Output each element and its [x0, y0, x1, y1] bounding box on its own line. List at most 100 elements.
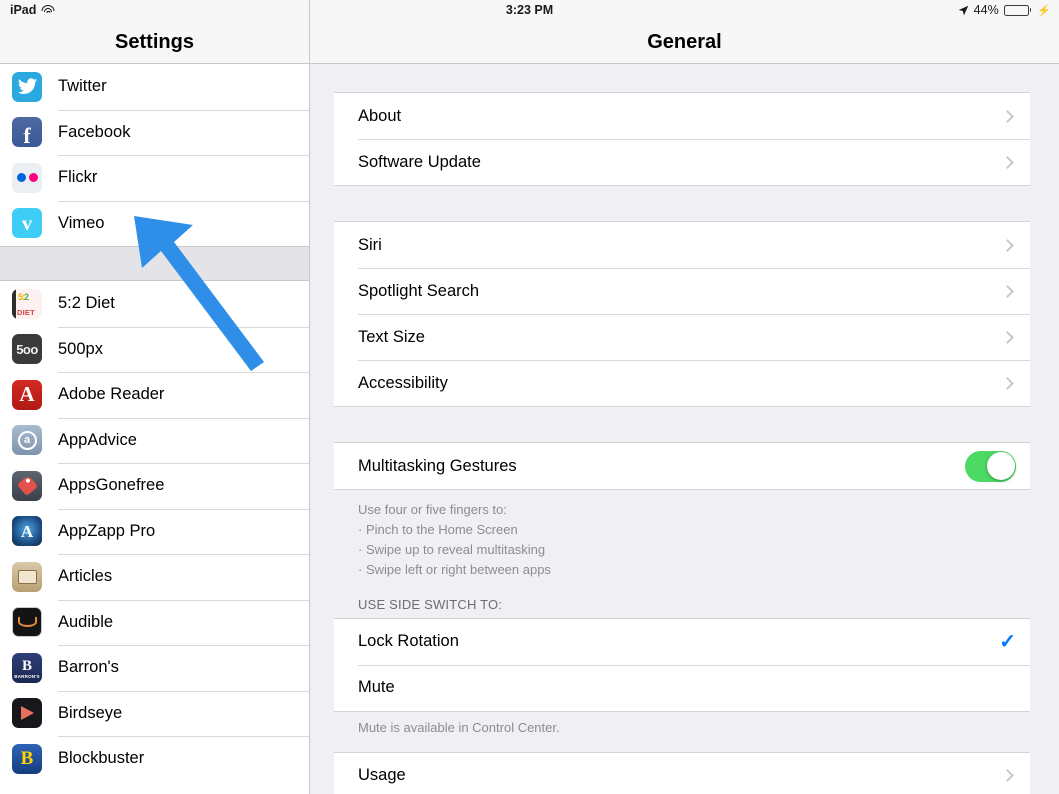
footer-line: · Pinch to the Home Screen	[358, 522, 518, 538]
sidebar-item-label: AppZapp Pro	[58, 521, 156, 540]
sidebar-item-label: 500px	[58, 339, 103, 358]
features-group: Siri Spotlight Search Text Size Accessib…	[334, 221, 1030, 407]
sidebar-header: Settings	[0, 0, 309, 64]
footer-line: Use four or five fingers to:	[358, 502, 507, 517]
sidebar-item-barrons[interactable]: B BARRON'S Barron's	[0, 645, 309, 691]
facebook-icon: f	[12, 117, 42, 148]
sidebar-item-appadvice[interactable]: a AppAdvice	[0, 417, 309, 463]
chevron-right-icon	[1001, 330, 1014, 344]
page-title: General	[647, 31, 722, 53]
chevron-right-icon	[1001, 769, 1014, 782]
side-switch-header: USE SIDE SWITCH TO:	[358, 596, 503, 612]
sidebar-item-facebook[interactable]: f Facebook	[0, 109, 309, 155]
row-text-size[interactable]: Text Size	[334, 314, 1030, 360]
sidebar-item-vimeo[interactable]: v Vimeo	[0, 200, 309, 246]
chevron-right-icon	[1001, 155, 1014, 169]
multitasking-footer: Use four or five fingers to: · Pinch to …	[334, 490, 1030, 581]
general-settings-panel: General About Software Update Siri Spotl…	[310, 0, 1059, 794]
row-lock-rotation[interactable]: Lock Rotation ✓	[334, 619, 1030, 665]
sidebar-item-label: Facebook	[58, 122, 131, 141]
row-usage[interactable]: Usage	[334, 753, 1030, 794]
row-label: Multitasking Gestures	[358, 456, 517, 475]
flickr-icon	[12, 162, 42, 193]
five-two-diet-icon: 5:2 DIET	[12, 288, 42, 319]
birdseye-icon	[12, 698, 42, 729]
side-switch-note: Mute is available in Control Center.	[358, 719, 560, 735]
row-label: Software Update	[358, 152, 481, 171]
vimeo-icon: v	[12, 208, 42, 239]
row-label: Accessibility	[358, 373, 448, 392]
footer-line: · Swipe left or right between apps	[358, 562, 551, 578]
appsgonefree-icon	[12, 470, 42, 501]
row-accessibility[interactable]: Accessibility	[334, 360, 1030, 406]
chevron-right-icon	[1001, 238, 1014, 252]
sidebar-title: Settings	[115, 31, 194, 53]
row-label: Usage	[358, 766, 406, 785]
chevron-right-icon	[1001, 284, 1014, 298]
sidebar-item-label: Vimeo	[58, 213, 105, 232]
chevron-right-icon	[1001, 109, 1014, 123]
sidebar-item-appzapp-pro[interactable]: A AppZapp Pro	[0, 508, 309, 554]
multitasking-gestures-toggle[interactable]	[965, 450, 1016, 482]
sidebar-item-label: Blockbuster	[58, 749, 145, 768]
sidebar-item-label: Adobe Reader	[58, 385, 165, 404]
sidebar-item-adobe-reader[interactable]: A Adobe Reader	[0, 372, 309, 418]
row-label: About	[358, 106, 402, 125]
sidebar-item-label: Flickr	[58, 168, 98, 187]
row-software-update[interactable]: Software Update	[334, 139, 1030, 185]
row-label: Mute	[358, 678, 395, 697]
row-label: Siri	[358, 235, 382, 254]
row-label: Spotlight Search	[358, 281, 480, 300]
sidebar-item-label: 5:2 Diet	[58, 294, 115, 313]
sidebar-item-label: Birdseye	[58, 703, 123, 722]
blockbuster-icon: B	[12, 743, 42, 774]
side-switch-group: Lock Rotation ✓ Mute	[334, 617, 1030, 712]
sidebar-social-group: Twitter f Facebook Flickr v Vimeo	[0, 64, 309, 246]
about-group: About Software Update	[334, 92, 1030, 186]
row-multitasking-gestures[interactable]: Multitasking Gestures	[334, 443, 1030, 489]
twitter-icon	[12, 71, 42, 102]
sidebar-apps-group: 5:2 DIET 5:2 Diet 5oo 500px A Adobe Reade…	[0, 281, 309, 782]
sidebar-item-label: Barron's	[58, 658, 119, 677]
row-siri[interactable]: Siri	[334, 222, 1030, 268]
multitasking-group: Multitasking Gestures	[334, 442, 1030, 490]
articles-icon	[12, 561, 42, 592]
row-about[interactable]: About	[334, 93, 1030, 139]
sidebar-item-twitter[interactable]: Twitter	[0, 64, 309, 110]
sidebar-item-articles[interactable]: Articles	[0, 554, 309, 600]
row-spotlight-search[interactable]: Spotlight Search	[334, 268, 1030, 314]
sidebar-group-divider	[0, 246, 309, 281]
chevron-right-icon	[1001, 376, 1014, 390]
sidebar-item-label: Articles	[58, 567, 113, 586]
checkmark-icon: ✓	[999, 630, 1016, 653]
audible-icon	[12, 607, 42, 638]
main-header: General	[310, 0, 1059, 64]
settings-sidebar: Settings Twitter f Facebook Flickr v Vim…	[0, 0, 310, 794]
appzapp-pro-icon: A	[12, 516, 42, 547]
row-mute[interactable]: Mute	[334, 664, 1030, 711]
row-label: Text Size	[358, 327, 425, 346]
barrons-icon: B BARRON'S	[12, 652, 42, 683]
sidebar-item-label: AppAdvice	[58, 430, 137, 449]
appadvice-icon: a	[12, 425, 42, 456]
row-label: Lock Rotation	[358, 632, 459, 651]
sidebar-item-appsgonefree[interactable]: AppsGonefree	[0, 463, 309, 509]
sidebar-item-label: AppsGonefree	[58, 476, 165, 495]
sidebar-item-blockbuster[interactable]: B Blockbuster	[0, 736, 309, 782]
sidebar-item-audible[interactable]: Audible	[0, 599, 309, 645]
five-hundred-px-icon: 5oo	[12, 334, 42, 365]
sidebar-item-flickr[interactable]: Flickr	[0, 155, 309, 201]
sidebar-item-500px[interactable]: 5oo 500px	[0, 326, 309, 372]
sidebar-item-birdseye[interactable]: Birdseye	[0, 690, 309, 736]
sidebar-item-label: Twitter	[58, 77, 107, 96]
usage-group: Usage	[334, 751, 1030, 794]
sidebar-item-5-2-diet[interactable]: 5:2 DIET 5:2 Diet	[0, 281, 309, 327]
footer-line: · Swipe up to reveal multitasking	[358, 542, 546, 558]
sidebar-item-label: Audible	[58, 612, 114, 631]
adobe-reader-icon: A	[12, 379, 42, 410]
ipad-settings-screen: iPad 3:23 PM 44% ⚡ Settings Twitter f Fa…	[0, 0, 1059, 794]
main-body: About Software Update Siri Spotlight Sea…	[310, 64, 1059, 794]
